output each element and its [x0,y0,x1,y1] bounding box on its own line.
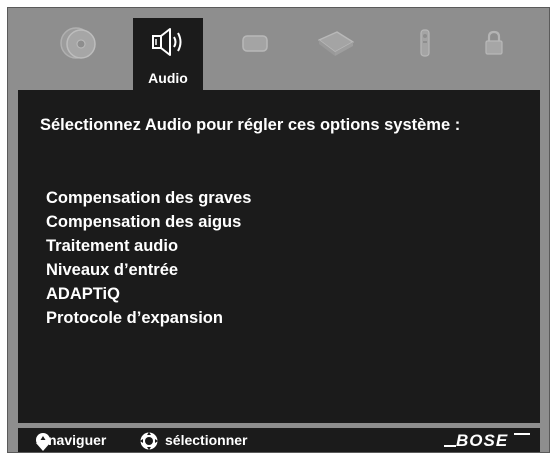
option-audio-processing[interactable]: Traitement audio [46,234,251,258]
tab-tv[interactable] [230,18,280,68]
tab-audio-label: Audio [148,70,188,86]
svg-text:BOSE: BOSE [456,431,508,450]
select-pad-icon [136,431,162,454]
audio-panel: Sélectionnez Audio pour régler ces optio… [18,90,540,423]
tab-remote[interactable] [400,18,450,68]
remote-icon [420,29,430,57]
tab-bar: Audio [8,8,549,90]
menu-screen: Audio Sélectionnez Audio pour régler ces… [7,7,550,453]
tv-icon [242,35,268,52]
lock-icon [485,30,503,55]
speaker-icon [152,28,182,56]
tab-audio[interactable]: Audio [133,18,203,90]
footer-bar: naviguer sélectionner BOSE [18,428,540,452]
intro-text: Sélectionnez Audio pour régler ces optio… [40,116,461,134]
option-treble-compensation[interactable]: Compensation des aigus [46,210,251,234]
select-label: sélectionner [165,432,248,448]
option-input-levels[interactable]: Niveaux d’entrée [46,258,251,282]
option-bass-compensation[interactable]: Compensation des graves [46,186,251,210]
disc-icon [60,27,96,59]
tab-lock[interactable] [469,18,519,68]
option-adaptiq[interactable]: ADAPTiQ [46,282,251,306]
media-box-icon [318,31,354,56]
screen-frame: Audio Sélectionnez Audio pour régler ces… [0,0,557,460]
tab-media-box[interactable] [311,18,361,68]
navigate-label: naviguer [48,432,107,448]
tab-disc[interactable] [53,18,103,68]
audio-options-list: Compensation des graves Compensation des… [46,186,251,330]
option-expansion-protocol[interactable]: Protocole d’expansion [46,306,251,330]
bose-logo: BOSE [442,430,532,453]
